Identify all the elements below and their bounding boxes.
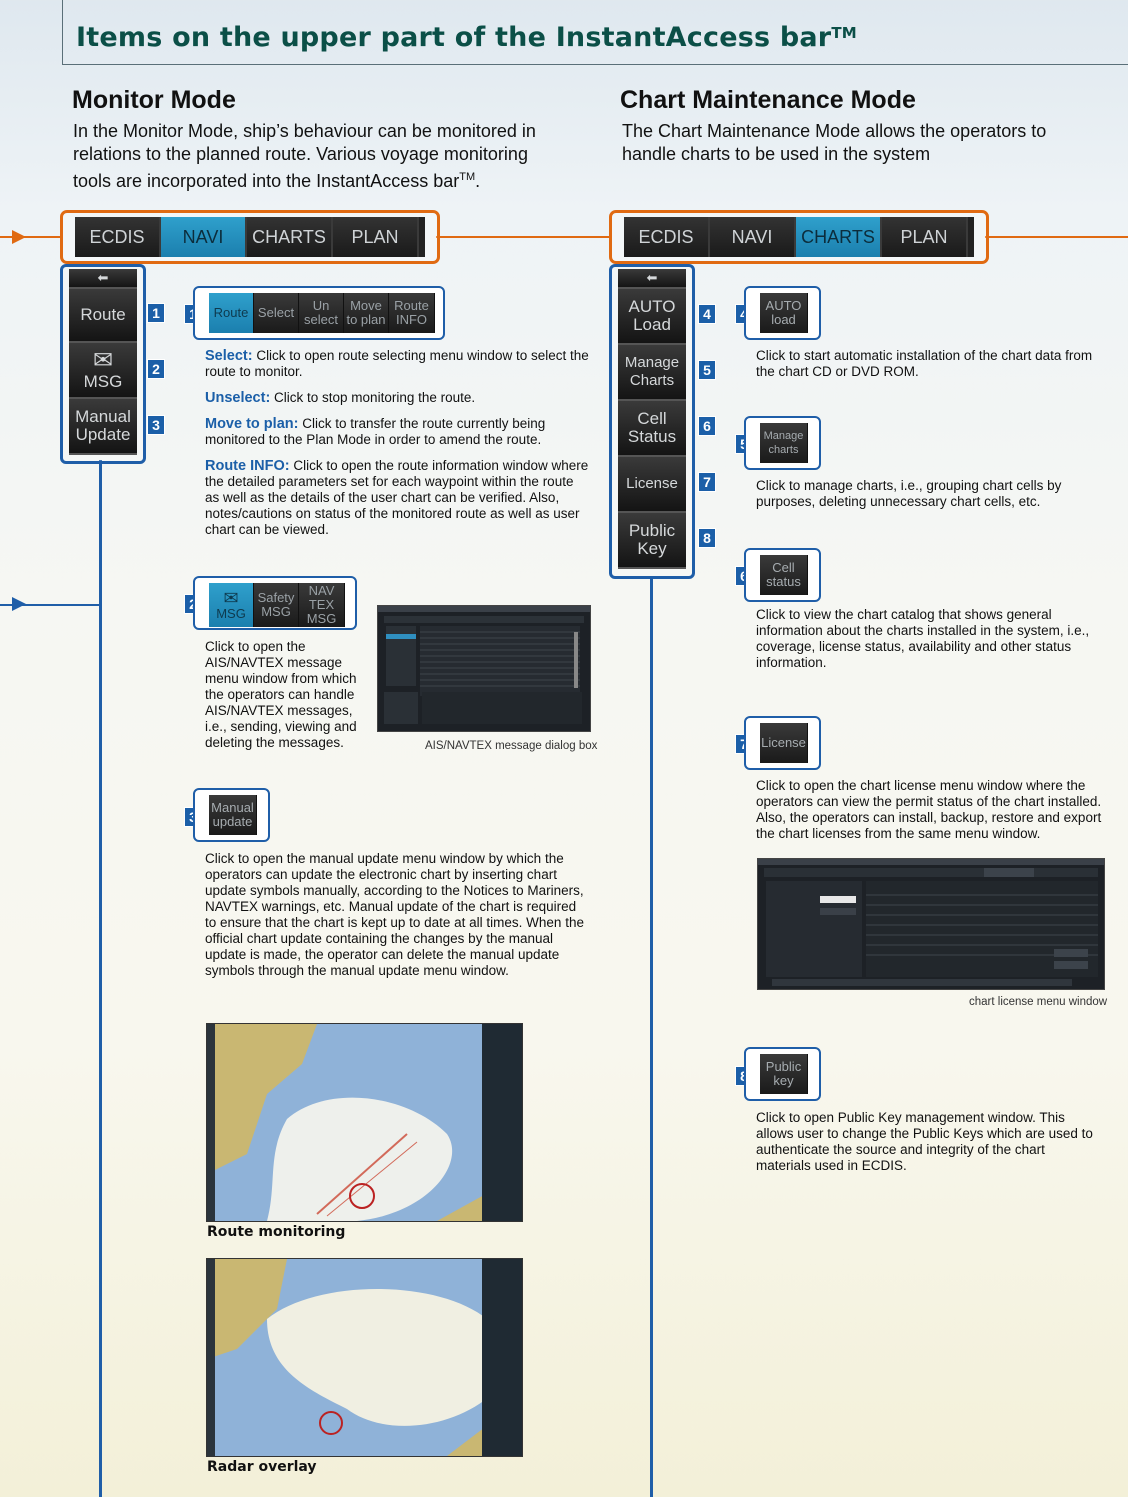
route-info-button[interactable]: Route INFO <box>389 293 435 333</box>
orange-connector-left <box>0 236 62 238</box>
ais-navtex-caption: AIS/NAVTEX message dialog box <box>425 740 598 752</box>
blue-arrow-left <box>12 597 26 611</box>
cell-status-button[interactable]: Cell Status <box>618 401 686 457</box>
cell-status-sub-button[interactable]: Cell status <box>760 555 808 595</box>
route-monitoring-image <box>206 1023 523 1222</box>
orange-arrow-left <box>12 230 26 244</box>
badge-8: 8 <box>698 528 716 548</box>
ais-navtex-dialog-drawing <box>378 606 590 724</box>
back-arrow-icon[interactable]: ⬅ <box>69 269 137 289</box>
tab-plan[interactable]: PLAN <box>333 217 419 257</box>
callout-5-desc: Click to manage charts, i.e., grouping c… <box>756 478 1062 509</box>
envelope-icon: ✉ <box>92 347 114 374</box>
callout-4-frame: AUTO load <box>744 286 821 340</box>
msg-submenu: ✉ MSG Safety MSG NAV TEX MSG <box>209 583 345 627</box>
monitor-topbar-frame: ECDIS NAVI CHARTS PLAN <box>60 210 440 264</box>
route-button[interactable]: Route <box>69 289 137 343</box>
chart-maint-topbar: ECDIS NAVI CHARTS PLAN <box>624 217 974 257</box>
callout-1-descriptions: Select: Click to open route selecting me… <box>205 348 590 538</box>
monitor-sidebar-frame: ⬅ Route ✉ MSG Manual Update <box>60 264 146 464</box>
msg-button[interactable]: ✉ MSG <box>69 343 137 399</box>
manual-update-button[interactable]: Manual Update <box>69 399 137 455</box>
radar-overlay-map <box>207 1259 522 1456</box>
route-submenu: Route Select Un select Move to plan Rout… <box>209 293 435 333</box>
callout-2-desc: Click to open the AIS/NAVTEX message men… <box>205 639 357 750</box>
move-to-plan-button[interactable]: Move to plan <box>344 293 389 333</box>
envelope-icon: ✉ <box>223 588 239 608</box>
tab-charts[interactable]: CHARTS <box>796 217 882 257</box>
auto-load-button[interactable]: AUTO Load <box>618 289 686 345</box>
msg-sub-button[interactable]: ✉ MSG <box>209 583 254 627</box>
tab-charts[interactable]: CHARTS <box>247 217 333 257</box>
license-sub-button[interactable]: License <box>760 723 808 763</box>
callout-1-frame: Route Select Un select Move to plan Rout… <box>193 286 445 340</box>
callout-8-frame: Public key <box>744 1047 821 1101</box>
callout-3-desc: Click to open the manual update menu win… <box>205 851 584 978</box>
route-info-desc: Route INFO: Click to open the route info… <box>205 458 589 537</box>
auto-load-sub-button[interactable]: AUTO load <box>760 293 808 333</box>
route-monitoring-map <box>207 1024 522 1221</box>
callout-3-frame: Manual update <box>193 788 270 842</box>
tab-ecdis[interactable]: ECDIS <box>75 217 161 257</box>
blue-vertical-line-right <box>650 576 653 1497</box>
navtex-msg-button[interactable]: NAV TEX MSG <box>299 583 345 627</box>
callout-7-desc: Click to open the chart license menu win… <box>756 778 1102 841</box>
badge-1: 1 <box>147 303 165 323</box>
unselect-button[interactable]: Un select <box>299 293 344 333</box>
public-key-button[interactable]: Public Key <box>618 513 686 569</box>
callout-7-frame: License <box>744 716 821 770</box>
callout-6-desc: Click to view the chart catalog that sho… <box>756 607 1090 670</box>
callout-2-frame: ✉ MSG Safety MSG NAV TEX MSG <box>193 576 357 630</box>
monitor-topbar: ECDIS NAVI CHARTS PLAN <box>75 217 425 257</box>
route-sub-button[interactable]: Route <box>209 293 254 333</box>
monitor-heading: Monitor Mode <box>72 86 236 114</box>
ais-navtex-dialog-image <box>377 605 591 732</box>
monitor-intro: In the Monitor Mode, ship’s behaviour ca… <box>73 121 536 191</box>
manual-update-sub-button[interactable]: Manual update <box>209 795 257 835</box>
manage-charts-button[interactable]: Manage Charts <box>618 345 686 401</box>
license-button[interactable]: License <box>618 457 686 513</box>
orange-connector-mid <box>436 236 610 238</box>
move-to-plan-desc: Move to plan: Click to transfer the rout… <box>205 416 546 447</box>
badge-7: 7 <box>698 472 716 492</box>
chart-license-caption: chart license menu window <box>969 996 1108 1008</box>
chart-maint-heading: Chart Maintenance Mode <box>620 86 916 114</box>
tab-ecdis[interactable]: ECDIS <box>624 217 710 257</box>
blue-vertical-line-left <box>99 460 102 1497</box>
badge-2: 2 <box>147 359 165 379</box>
tab-navi[interactable]: NAVI <box>161 217 247 257</box>
unselect-desc: Unselect: Click to stop monitoring the r… <box>205 390 476 406</box>
orange-connector-right <box>985 236 1128 238</box>
badge-3: 3 <box>147 415 165 435</box>
manage-charts-sub-button[interactable]: Manage charts <box>760 423 808 463</box>
safety-msg-button[interactable]: Safety MSG <box>254 583 299 627</box>
back-arrow-icon[interactable]: ⬅ <box>618 269 686 289</box>
select-button[interactable]: Select <box>254 293 299 333</box>
callout-6-frame: Cell status <box>744 548 821 602</box>
radar-overlay-caption: Radar overlay <box>207 1459 317 1475</box>
route-monitoring-caption: Route monitoring <box>207 1224 346 1240</box>
badge-6: 6 <box>698 416 716 436</box>
chart-maint-topbar-frame: ECDIS NAVI CHARTS PLAN <box>609 210 989 264</box>
monitor-sidebar: ⬅ Route ✉ MSG Manual Update <box>69 269 143 455</box>
public-key-sub-button[interactable]: Public key <box>760 1054 808 1094</box>
callout-4-desc: Click to start automatic installation of… <box>756 348 1093 379</box>
callout-5-frame: Manage charts <box>744 416 821 470</box>
tab-plan[interactable]: PLAN <box>882 217 968 257</box>
chart-license-window-drawing <box>758 859 1104 986</box>
badge-5: 5 <box>698 360 716 380</box>
select-desc: Select: Click to open route selecting me… <box>205 348 589 379</box>
radar-overlay-image <box>206 1258 523 1457</box>
tab-navi[interactable]: NAVI <box>710 217 796 257</box>
chart-maint-sidebar-frame: ⬅ AUTO Load Manage Charts Cell Status Licen… <box>609 264 695 579</box>
page-title: Items on the upper part of the InstantAc… <box>76 22 857 53</box>
badge-4: 4 <box>698 304 716 324</box>
callout-8-desc: Click to open Public Key management wind… <box>756 1110 1093 1173</box>
chart-maint-intro: The Chart Maintenance Mode allows the op… <box>622 121 1047 164</box>
chart-maint-sidebar: ⬅ AUTO Load Manage Charts Cell Status Licen… <box>618 269 692 569</box>
chart-license-window-image <box>757 858 1105 990</box>
